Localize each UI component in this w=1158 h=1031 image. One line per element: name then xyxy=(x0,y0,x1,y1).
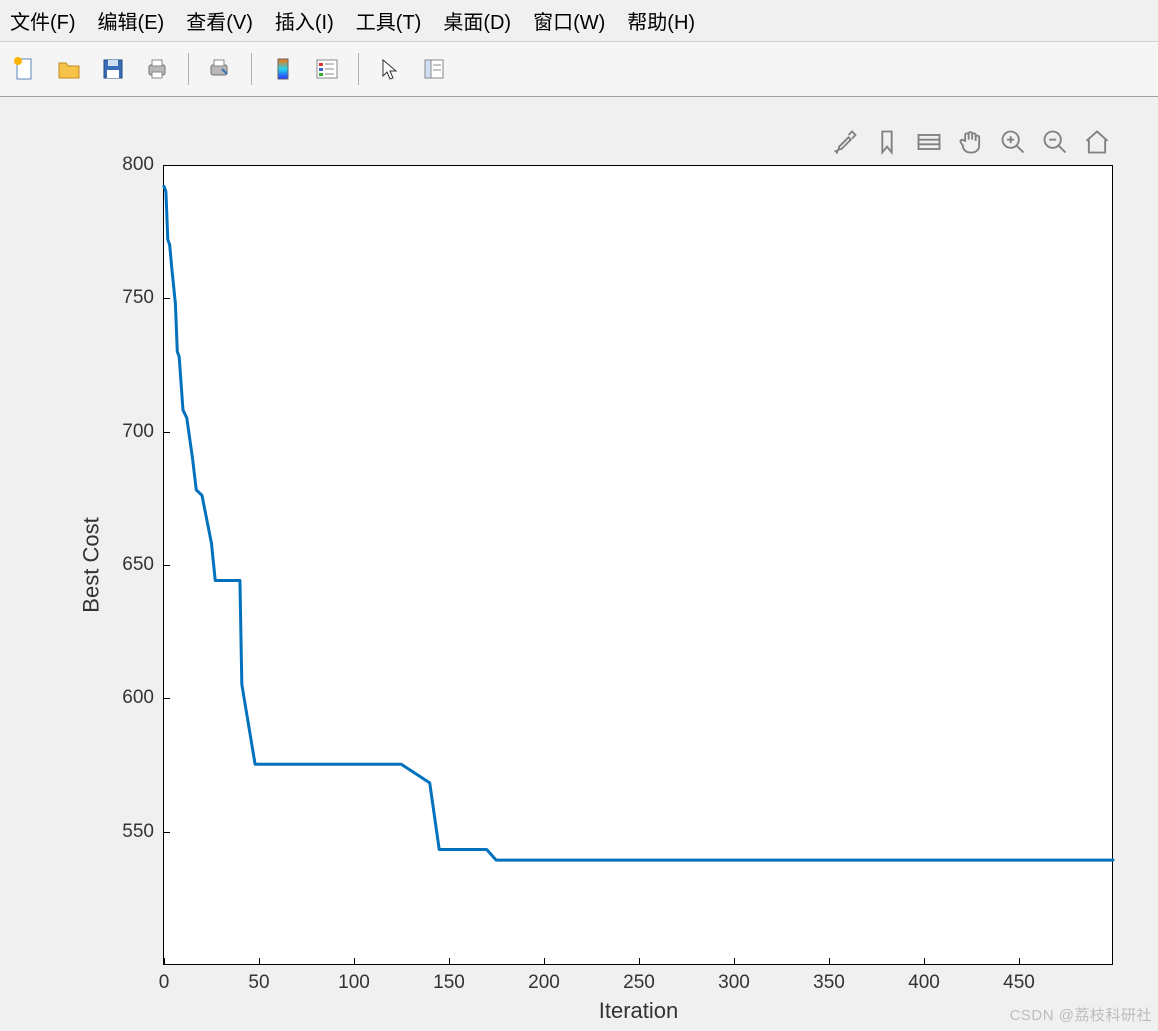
page-setup-icon xyxy=(208,57,232,81)
save-icon xyxy=(101,57,125,81)
y-tick-label: 750 xyxy=(122,287,154,309)
y-tick-mark xyxy=(164,698,170,699)
toolbar-separator xyxy=(188,53,189,85)
menubar: 文件(F) 编辑(E) 查看(V) 插入(I) 工具(T) 桌面(D) 窗口(W… xyxy=(0,0,1158,41)
new-file-button[interactable] xyxy=(6,50,44,88)
cursor-icon xyxy=(378,57,402,81)
x-tick-label: 450 xyxy=(1003,972,1035,994)
print-button[interactable] xyxy=(138,50,176,88)
menu-file[interactable]: 文件(F) xyxy=(10,6,76,35)
watermark: CSDN @荔枝科研社 xyxy=(1010,1004,1152,1025)
x-tick-label: 300 xyxy=(718,972,750,994)
pan-button[interactable] xyxy=(954,125,988,159)
chart-axes[interactable]: Best Cost Iteration 55060065070075080005… xyxy=(163,165,1113,965)
data-tips-icon xyxy=(873,128,901,156)
x-tick-mark xyxy=(544,958,545,964)
x-tick-mark xyxy=(639,958,640,964)
menu-edit[interactable]: 编辑(E) xyxy=(98,6,165,35)
zoom-in-button[interactable] xyxy=(996,125,1030,159)
x-tick-mark xyxy=(829,958,830,964)
y-tick-label: 600 xyxy=(122,687,154,709)
menu-insert[interactable]: 插入(I) xyxy=(275,6,334,35)
x-tick-label: 350 xyxy=(813,972,845,994)
x-tick-label: 0 xyxy=(159,972,170,994)
open-folder-icon xyxy=(57,57,81,81)
menu-window[interactable]: 窗口(W) xyxy=(533,6,605,35)
figure-area: Best Cost Iteration 550 600 650 700 750 800 0 5… xyxy=(0,97,1158,1029)
x-tick-label: 150 xyxy=(433,972,465,994)
legend-button[interactable] xyxy=(308,50,346,88)
menu-view[interactable]: 查看(V) xyxy=(186,6,253,35)
x-tick-mark xyxy=(924,958,925,964)
new-file-icon xyxy=(13,57,37,81)
line-series xyxy=(164,165,1113,964)
datatips-button[interactable] xyxy=(870,125,904,159)
y-tick-mark xyxy=(164,432,170,433)
zoom-in-icon xyxy=(999,128,1027,156)
x-tick-label: 50 xyxy=(248,972,269,994)
x-tick-mark xyxy=(354,958,355,964)
toolbar-separator xyxy=(358,53,359,85)
inspector-icon xyxy=(422,57,446,81)
y-tick-mark xyxy=(164,565,170,566)
page-setup-button[interactable] xyxy=(201,50,239,88)
colormap-button[interactable] xyxy=(264,50,302,88)
legend-icon xyxy=(315,57,339,81)
x-tick-label: 100 xyxy=(338,972,370,994)
home-icon xyxy=(1083,128,1111,156)
x-tick-mark xyxy=(734,958,735,964)
x-tick-mark xyxy=(164,958,165,964)
cursor-button[interactable] xyxy=(371,50,409,88)
y-tick-mark xyxy=(164,298,170,299)
x-tick-mark xyxy=(259,958,260,964)
x-tick-label: 250 xyxy=(623,972,655,994)
y-tick-label: 650 xyxy=(122,554,154,576)
menu-desktop[interactable]: 桌面(D) xyxy=(443,6,511,35)
y-axis-label: Best Cost xyxy=(79,517,105,612)
zoom-out-button[interactable] xyxy=(1038,125,1072,159)
zoom-out-icon xyxy=(1041,128,1069,156)
x-axis-label: Iteration xyxy=(599,998,679,1024)
menu-help[interactable]: 帮助(H) xyxy=(627,6,695,35)
menu-tools[interactable]: 工具(T) xyxy=(356,6,422,35)
x-tick-label: 200 xyxy=(528,972,560,994)
home-button[interactable] xyxy=(1080,125,1114,159)
print-icon xyxy=(145,57,169,81)
rotate-button[interactable] xyxy=(912,125,946,159)
colormap-icon xyxy=(271,57,295,81)
figure-toolbar xyxy=(828,125,1114,159)
brush-icon xyxy=(831,128,859,156)
open-button[interactable] xyxy=(50,50,88,88)
y-tick-mark xyxy=(164,165,170,166)
inspector-button[interactable] xyxy=(415,50,453,88)
x-tick-mark xyxy=(1019,958,1020,964)
toolbar-separator xyxy=(251,53,252,85)
rotate-icon xyxy=(915,128,943,156)
y-tick-mark xyxy=(164,832,170,833)
x-tick-mark xyxy=(449,958,450,964)
y-tick-label: 700 xyxy=(122,421,154,443)
brush-button[interactable] xyxy=(828,125,862,159)
y-tick-label: 550 xyxy=(122,821,154,843)
x-tick-label: 400 xyxy=(908,972,940,994)
y-tick-label: 800 xyxy=(122,154,154,176)
pan-hand-icon xyxy=(957,128,985,156)
main-toolbar xyxy=(0,41,1158,97)
save-button[interactable] xyxy=(94,50,132,88)
